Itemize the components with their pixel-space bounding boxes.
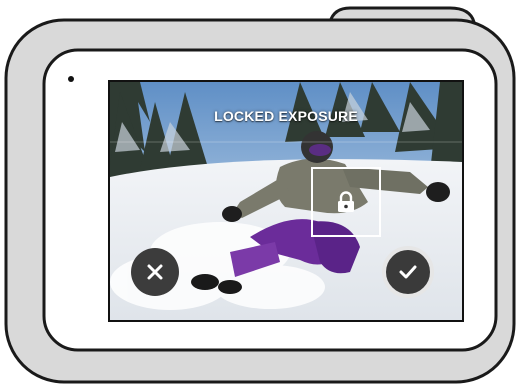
close-icon bbox=[147, 264, 163, 280]
camera-illustration: LOCKED EXPOSURE bbox=[0, 0, 522, 388]
status-indicator-dot bbox=[68, 76, 74, 82]
camera-screen: LOCKED EXPOSURE bbox=[110, 82, 462, 320]
exposure-focus-box[interactable] bbox=[311, 167, 381, 237]
screen-title: LOCKED EXPOSURE bbox=[214, 108, 358, 124]
checkmark-icon bbox=[399, 265, 417, 279]
cancel-button[interactable] bbox=[131, 248, 179, 296]
lock-icon bbox=[338, 191, 354, 212]
confirm-button[interactable] bbox=[382, 246, 434, 298]
